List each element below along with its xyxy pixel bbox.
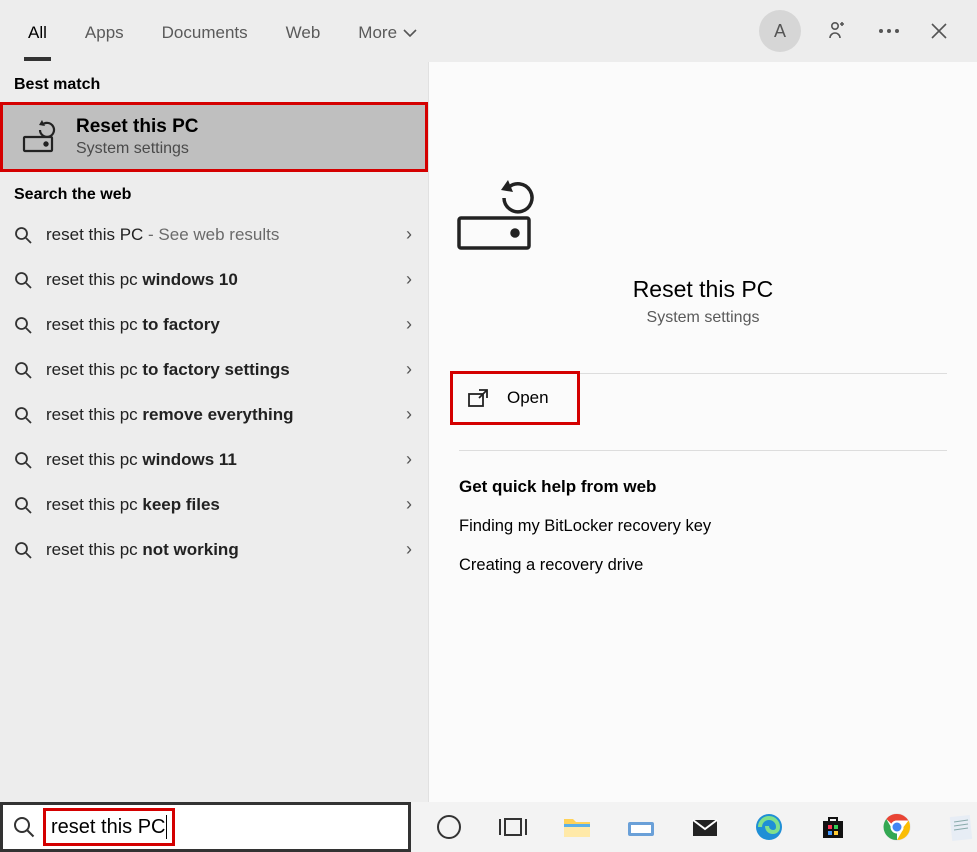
search-box[interactable]: reset this PC bbox=[0, 802, 411, 852]
search-value: reset this PC bbox=[51, 816, 165, 839]
more-icon[interactable] bbox=[877, 19, 901, 43]
web-result[interactable]: reset this pc remove everything › bbox=[0, 392, 428, 437]
tab-apps[interactable]: Apps bbox=[81, 5, 128, 58]
web-result[interactable]: reset this pc to factory settings › bbox=[0, 347, 428, 392]
avatar[interactable]: A bbox=[759, 10, 801, 52]
taskbar bbox=[411, 802, 977, 852]
search-icon bbox=[14, 496, 32, 514]
chevron-right-icon: › bbox=[406, 224, 412, 245]
web-result[interactable]: reset this pc to factory › bbox=[0, 302, 428, 347]
reset-pc-icon bbox=[18, 117, 58, 157]
taskview-icon[interactable] bbox=[497, 811, 529, 843]
help-link[interactable]: Finding my BitLocker recovery key bbox=[429, 507, 977, 546]
chevron-right-icon: › bbox=[406, 539, 412, 560]
search-text-highlight: reset this PC bbox=[45, 810, 173, 844]
search-icon bbox=[14, 271, 32, 289]
results-panel: Best match Reset this PC System settings… bbox=[0, 62, 428, 802]
notepad-icon[interactable] bbox=[945, 811, 977, 843]
chevron-right-icon: › bbox=[406, 314, 412, 335]
bottom-bar: reset this PC bbox=[0, 802, 977, 852]
cortana-icon[interactable] bbox=[433, 811, 465, 843]
help-link[interactable]: Creating a recovery drive bbox=[429, 546, 977, 585]
file-explorer-icon[interactable] bbox=[561, 811, 593, 843]
web-result[interactable]: reset this pc keep files › bbox=[0, 482, 428, 527]
search-icon bbox=[13, 816, 35, 838]
best-match-label: Best match bbox=[0, 62, 428, 102]
tab-all[interactable]: All bbox=[24, 5, 51, 58]
open-button[interactable]: Open bbox=[453, 374, 577, 422]
header-tabbar: All Apps Documents Web More A bbox=[0, 0, 977, 62]
web-result[interactable]: reset this pc windows 10 › bbox=[0, 257, 428, 302]
reset-pc-icon bbox=[449, 176, 957, 254]
chevron-right-icon: › bbox=[406, 269, 412, 290]
open-label: Open bbox=[507, 388, 549, 408]
tab-web[interactable]: Web bbox=[282, 5, 325, 58]
tab-more[interactable]: More bbox=[354, 5, 421, 58]
search-icon bbox=[14, 361, 32, 379]
search-icon bbox=[14, 316, 32, 334]
mail-icon[interactable] bbox=[689, 811, 721, 843]
help-title: Get quick help from web bbox=[429, 451, 977, 507]
preview-title: Reset this PC bbox=[449, 276, 957, 303]
preview-panel: Reset this PC System settings Open Get q… bbox=[428, 62, 977, 802]
chevron-right-icon: › bbox=[406, 404, 412, 425]
search-web-label: Search the web bbox=[0, 172, 428, 212]
search-icon bbox=[14, 451, 32, 469]
chevron-down-icon bbox=[403, 29, 417, 37]
feedback-icon[interactable] bbox=[827, 19, 851, 43]
chrome-icon[interactable] bbox=[881, 811, 913, 843]
web-result[interactable]: reset this pc windows 11 › bbox=[0, 437, 428, 482]
keyboard-icon[interactable] bbox=[625, 811, 657, 843]
preview-subtitle: System settings bbox=[449, 309, 957, 327]
edge-icon[interactable] bbox=[753, 811, 785, 843]
chevron-right-icon: › bbox=[406, 449, 412, 470]
best-match-title: Reset this PC bbox=[76, 116, 198, 138]
close-icon[interactable] bbox=[927, 19, 951, 43]
chevron-right-icon: › bbox=[406, 494, 412, 515]
tab-documents[interactable]: Documents bbox=[158, 5, 252, 58]
web-result[interactable]: reset this pc not working › bbox=[0, 527, 428, 572]
chevron-right-icon: › bbox=[406, 359, 412, 380]
search-icon bbox=[14, 541, 32, 559]
best-match-subtitle: System settings bbox=[76, 140, 198, 158]
search-icon bbox=[14, 226, 32, 244]
search-icon bbox=[14, 406, 32, 424]
store-icon[interactable] bbox=[817, 811, 849, 843]
web-result[interactable]: reset this PC - See web results › bbox=[0, 212, 428, 257]
open-icon bbox=[467, 388, 489, 408]
best-match-item[interactable]: Reset this PC System settings bbox=[0, 102, 428, 172]
